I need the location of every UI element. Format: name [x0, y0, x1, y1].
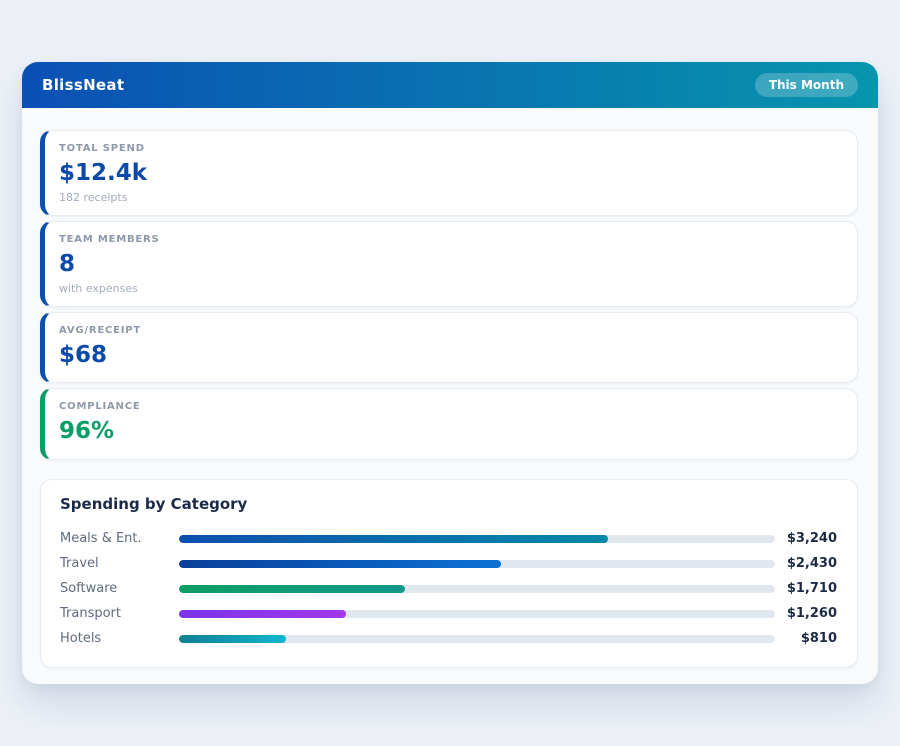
period-badge[interactable]: This Month — [755, 73, 858, 97]
stat-subtext: with expenses — [59, 282, 841, 295]
spend-bar-fill — [179, 585, 405, 593]
stat-value: 8 — [59, 252, 841, 277]
spend-category-label: Hotels — [60, 631, 179, 646]
spend-bar-fill — [179, 610, 346, 618]
spend-row: Software $1,710 — [60, 576, 837, 601]
spend-row: Travel $2,430 — [60, 551, 837, 576]
spend-amount: $3,240 — [775, 531, 837, 546]
spend-bar-track — [179, 610, 775, 618]
spend-row: Transport $1,260 — [60, 601, 837, 626]
spend-row: Hotels $810 — [60, 626, 837, 651]
stat-label: COMPLIANCE — [59, 401, 841, 412]
spending-rows: Meals & Ent. $3,240 Travel $2,430 Software $1… — [60, 526, 837, 651]
spend-bar-track — [179, 585, 775, 593]
stat-label: AVG/RECEIPT — [59, 325, 841, 336]
spend-category-label: Software — [60, 581, 179, 596]
spend-amount: $2,430 — [775, 556, 837, 571]
stat-value: $12.4k — [59, 161, 841, 186]
spend-bar-track — [179, 560, 775, 568]
app-header: BlissNeat This Month — [22, 62, 878, 108]
stat-card-compliance: COMPLIANCE 96% — [40, 388, 858, 460]
dashboard-window: BlissNeat This Month TOTAL SPEND $12.4k … — [22, 62, 878, 684]
stat-card-total-spend: TOTAL SPEND $12.4k 182 receipts — [40, 130, 858, 216]
spend-amount: $1,260 — [775, 606, 837, 621]
stat-value: $68 — [59, 343, 841, 368]
stat-label: TEAM MEMBERS — [59, 234, 841, 245]
stat-subtext: 182 receipts — [59, 191, 841, 204]
spending-by-category-card: Spending by Category Meals & Ent. $3,240 T… — [40, 479, 858, 668]
spend-bar-fill — [179, 635, 286, 643]
spend-bar-fill — [179, 560, 501, 568]
dashboard-body: TOTAL SPEND $12.4k 182 receipts TEAM MEM… — [22, 108, 878, 668]
app-title: BlissNeat — [42, 76, 124, 94]
spending-title: Spending by Category — [60, 495, 837, 513]
stat-card-team-members: TEAM MEMBERS 8 with expenses — [40, 221, 858, 307]
spend-amount: $1,710 — [775, 581, 837, 596]
spend-bar-track — [179, 635, 775, 643]
stat-label: TOTAL SPEND — [59, 143, 841, 154]
spend-bar-track — [179, 535, 775, 543]
spend-row: Meals & Ent. $3,240 — [60, 526, 837, 551]
spend-category-label: Transport — [60, 606, 179, 621]
spend-category-label: Travel — [60, 556, 179, 571]
spend-amount: $810 — [775, 631, 837, 646]
stat-value: 96% — [59, 419, 841, 444]
stat-card-avg-receipt: AVG/RECEIPT $68 — [40, 312, 858, 383]
spend-bar-fill — [179, 535, 608, 543]
spend-category-label: Meals & Ent. — [60, 531, 179, 546]
